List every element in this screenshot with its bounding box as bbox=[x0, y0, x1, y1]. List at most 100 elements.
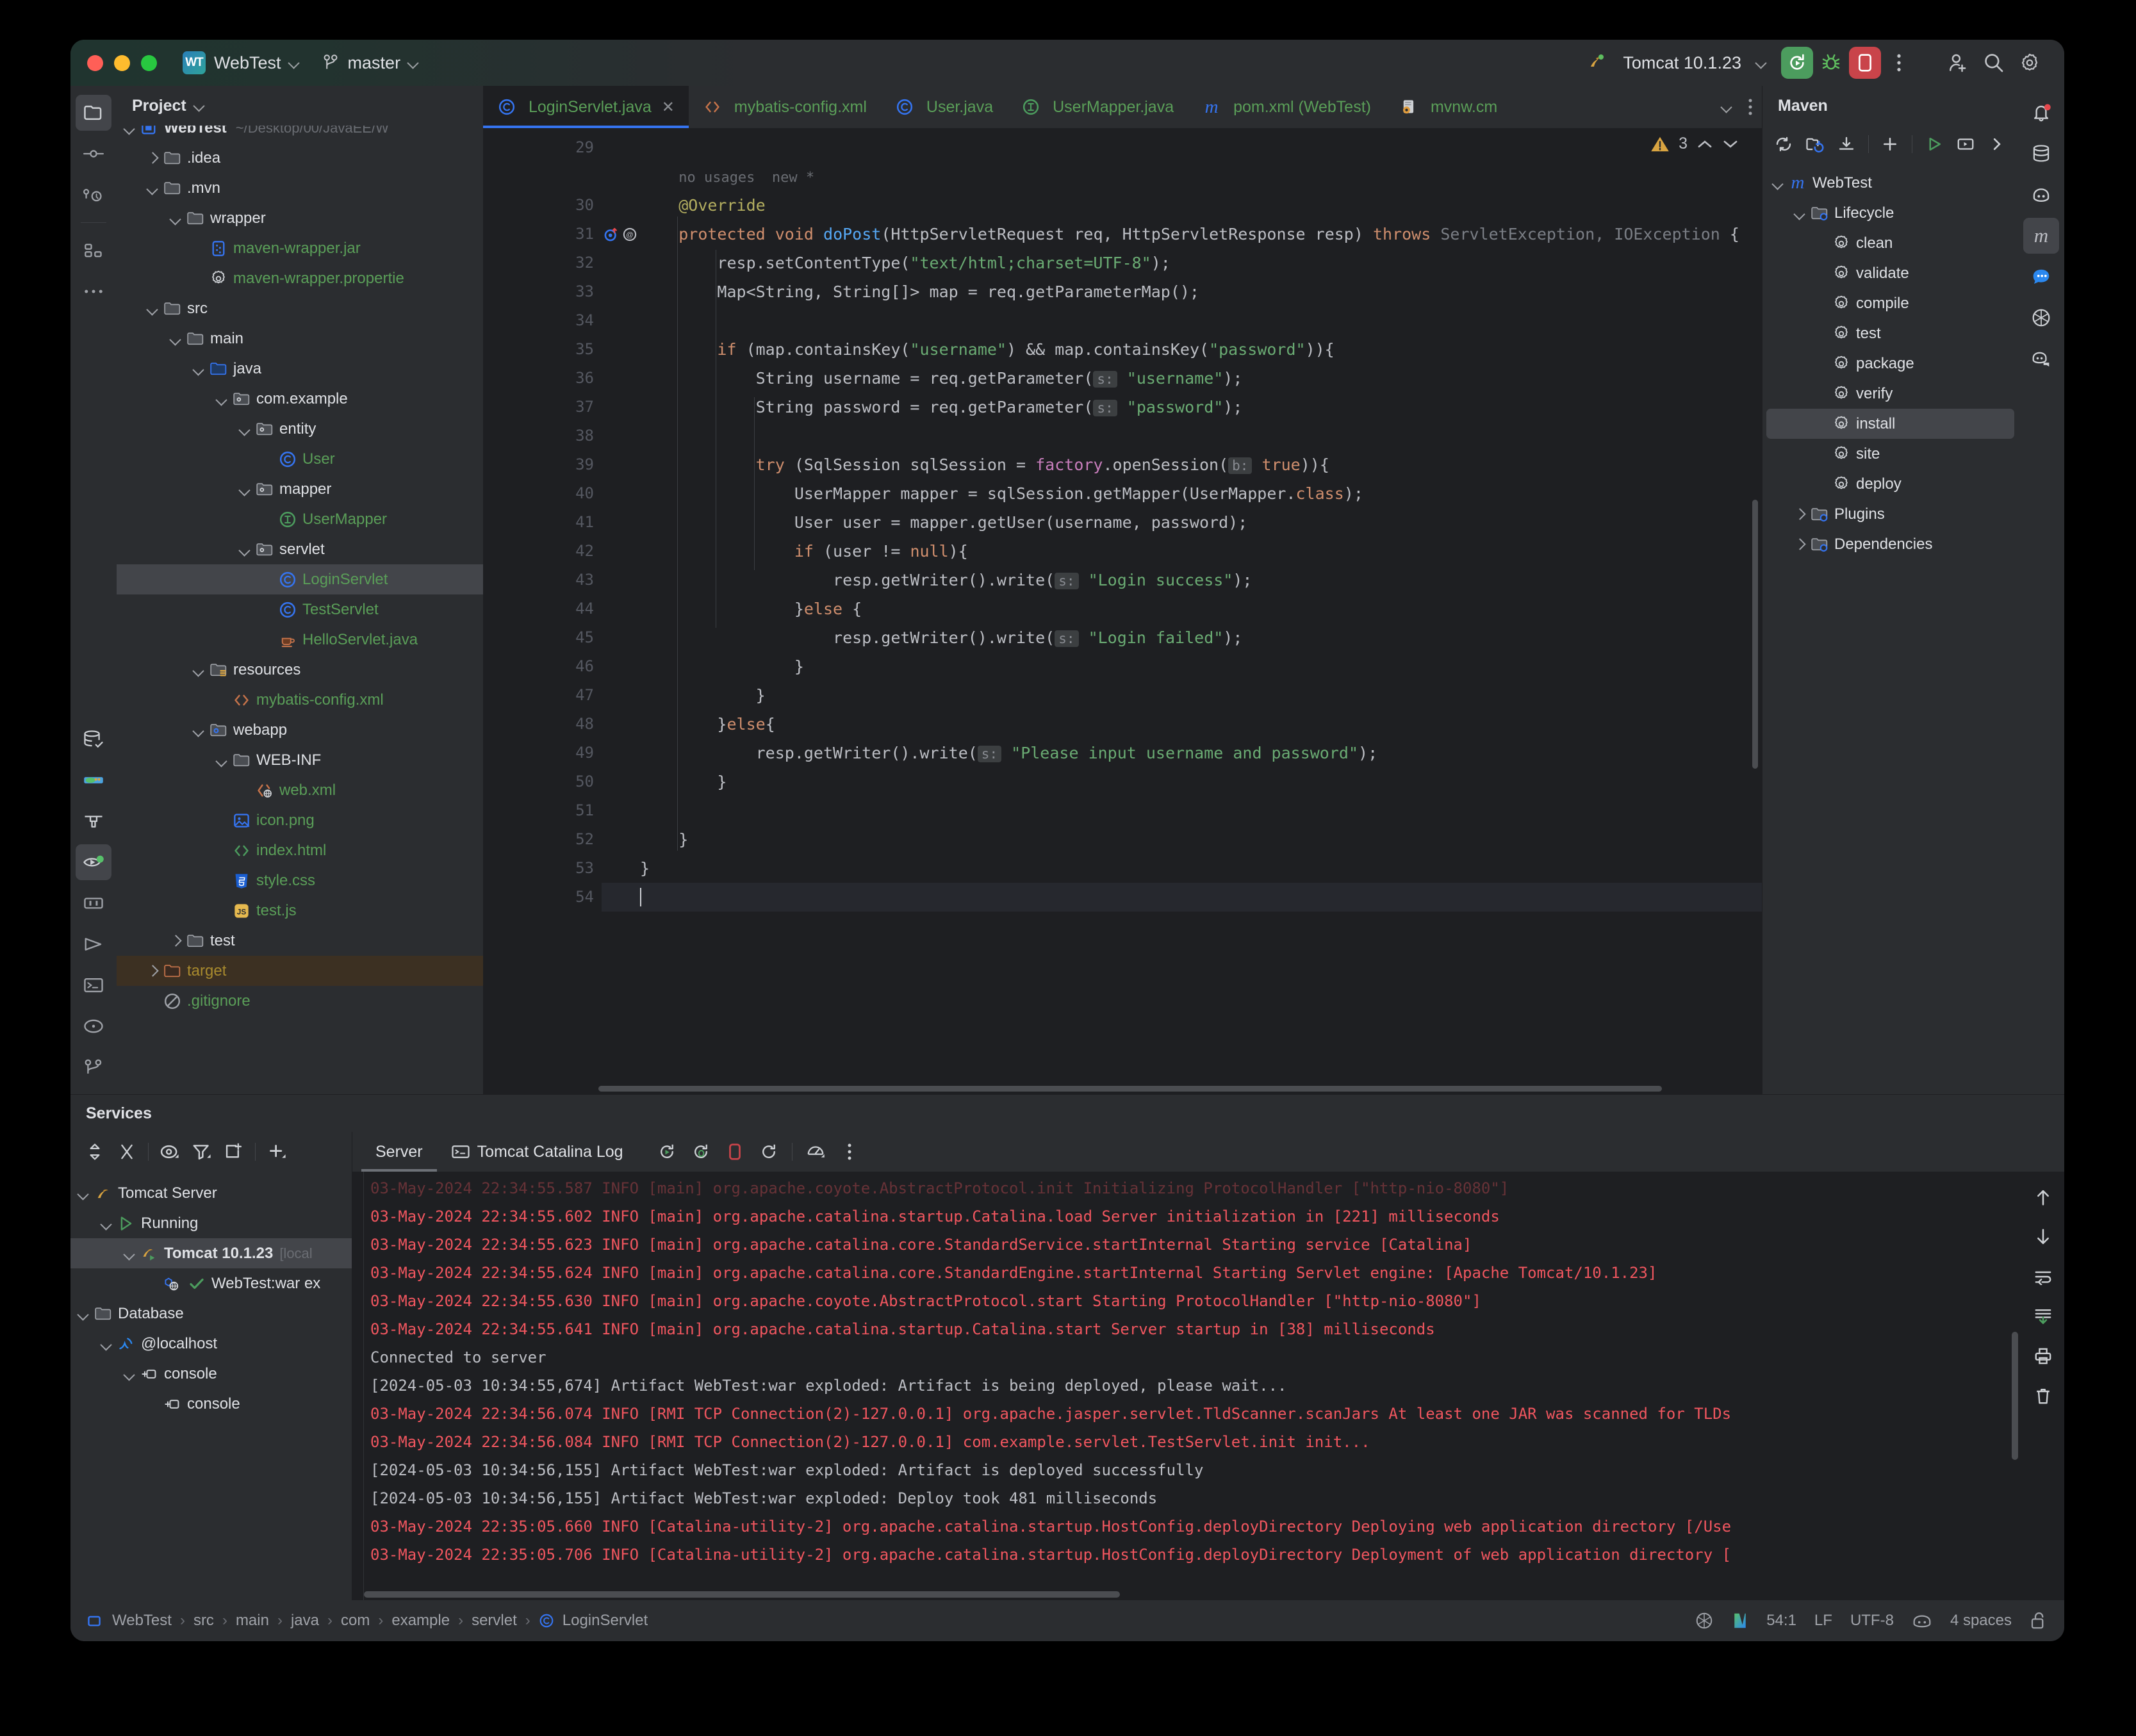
line-separator[interactable]: LF bbox=[1814, 1612, 1832, 1630]
maven-tree-item-dependencies[interactable]: Dependencies bbox=[1766, 529, 2014, 559]
branch-selector[interactable]: master bbox=[322, 53, 420, 73]
chevron-down-icon[interactable] bbox=[1793, 207, 1806, 220]
services-tree-item-console[interactable]: console bbox=[70, 1359, 352, 1389]
breadcrumb-item[interactable]: example bbox=[391, 1612, 450, 1630]
services-tab-bar[interactable]: Server Tomcat Catalina Log bbox=[352, 1132, 2064, 1172]
project-tree-item-web-inf[interactable]: WEB-INF bbox=[117, 745, 483, 775]
editor-code[interactable]: no usages new * @Override protected void… bbox=[602, 128, 1762, 1084]
maven-tree-item-verify[interactable]: verify bbox=[1766, 379, 2014, 409]
project-tree-item-wrapper[interactable]: wrapper bbox=[117, 203, 483, 233]
chevron-down-icon[interactable] bbox=[1721, 101, 1732, 113]
maven-tree-item-webtest[interactable]: m WebTest bbox=[1766, 168, 2014, 198]
chevron-down-icon[interactable] bbox=[77, 1307, 90, 1320]
project-tree-item-resources[interactable]: resources bbox=[117, 655, 483, 685]
services-tree-item-console[interactable]: console bbox=[70, 1389, 352, 1419]
previous-problem-icon[interactable] bbox=[1696, 138, 1713, 151]
breadcrumb-item[interactable]: main bbox=[236, 1612, 269, 1630]
chevron-down-icon[interactable] bbox=[123, 1368, 136, 1380]
copilot-icon[interactable] bbox=[1912, 1612, 1932, 1630]
services-tool-icon[interactable] bbox=[76, 762, 111, 798]
maven-tree-item-validate[interactable]: validate bbox=[1766, 258, 2014, 288]
editor-gutter[interactable]: 29 30 31 @ 32 33 34 35 36 37 38 39 40 41 42 43 44 45 46 47 4… bbox=[483, 128, 637, 1084]
filter-icon[interactable] bbox=[186, 1136, 217, 1167]
chevron-down-icon[interactable] bbox=[123, 126, 136, 135]
project-tree-item-idea[interactable]: .idea bbox=[117, 143, 483, 173]
editor-tab-mvnw-cm[interactable]: mvnw.cm bbox=[1385, 86, 1511, 128]
reload-icon[interactable] bbox=[1769, 129, 1798, 160]
show-icon[interactable] bbox=[154, 1136, 185, 1167]
services-tree-item-localhost[interactable]: @localhost bbox=[70, 1329, 352, 1359]
project-tree-item-java[interactable]: java bbox=[117, 354, 483, 384]
terminal-tool-icon[interactable] bbox=[76, 967, 111, 1003]
chevron-down-icon[interactable] bbox=[169, 332, 182, 345]
project-tree[interactable]: WebTest ~/Desktop/00/JavaEE/W .idea .mvn wra… bbox=[117, 126, 483, 1094]
chevron-down-icon[interactable] bbox=[146, 182, 159, 195]
debug-tool-icon[interactable] bbox=[76, 885, 111, 921]
editor-horizontal-scrollbar[interactable] bbox=[483, 1084, 1762, 1094]
build-tool-icon[interactable] bbox=[76, 803, 111, 839]
minimize-window-button[interactable] bbox=[114, 54, 130, 71]
caret-position[interactable]: 54:1 bbox=[1766, 1612, 1796, 1630]
run-icon[interactable] bbox=[1919, 129, 1948, 160]
breadcrumb[interactable]: WebTest › src › main › java › com › example › servle… bbox=[87, 1612, 648, 1630]
project-tree-item-helloservlet-java[interactable]: HelloServlet.java bbox=[117, 625, 483, 655]
services-tree-item-database[interactable]: Database bbox=[70, 1298, 352, 1329]
add-collaborator-icon[interactable] bbox=[1940, 47, 1976, 79]
chevron-right-icon[interactable] bbox=[1793, 508, 1806, 521]
editor-tab-overflow[interactable] bbox=[1714, 86, 1762, 128]
chevron-down-icon[interactable] bbox=[146, 302, 159, 315]
maven-tree-item-lifecycle[interactable]: Lifecycle bbox=[1766, 198, 2014, 228]
chevron-down-icon[interactable] bbox=[238, 483, 251, 496]
console-tab-tools[interactable] bbox=[652, 1132, 865, 1172]
indent-setting[interactable]: 4 spaces bbox=[1950, 1612, 2012, 1630]
project-tree-item-main[interactable]: main bbox=[117, 323, 483, 354]
project-tree-item-testservlet[interactable]: TestServlet bbox=[117, 594, 483, 625]
editor-tab-bar[interactable]: LoginServlet.java ✕ mybatis-config.xml User… bbox=[483, 86, 1762, 128]
project-tree-item-usermapper[interactable]: UserMapper bbox=[117, 504, 483, 534]
ai-assistant-icon[interactable] bbox=[2023, 341, 2059, 377]
console-side-toolbar[interactable] bbox=[2022, 1172, 2064, 1600]
chevron-down-icon[interactable] bbox=[77, 1187, 90, 1200]
scrollbar-thumb[interactable] bbox=[364, 1591, 1120, 1598]
maven-tree-item-plugins[interactable]: Plugins bbox=[1766, 499, 2014, 529]
stop-icon[interactable] bbox=[719, 1136, 750, 1167]
breadcrumb-item[interactable]: LoginServlet bbox=[563, 1612, 648, 1630]
project-tree-item-webapp[interactable]: webapp bbox=[117, 715, 483, 745]
more-tools-icon[interactable] bbox=[76, 274, 111, 309]
gear-icon[interactable] bbox=[2012, 47, 2048, 79]
maven-tree-item-package[interactable]: package bbox=[1766, 348, 2014, 379]
breadcrumb-item[interactable]: com bbox=[341, 1612, 370, 1630]
debug-button[interactable] bbox=[1813, 47, 1849, 79]
services-toolbar[interactable] bbox=[70, 1132, 352, 1172]
editor-tab-pom-xml-webtest[interactable]: m pom.xml (WebTest) bbox=[1188, 86, 1385, 128]
chevron-down-icon[interactable] bbox=[169, 212, 182, 225]
openai-icon[interactable] bbox=[2023, 300, 2059, 336]
up-icon[interactable] bbox=[2028, 1182, 2058, 1213]
settings-icon[interactable] bbox=[800, 1136, 831, 1167]
scrollbar-thumb[interactable] bbox=[598, 1086, 1662, 1092]
editor-tab-user-java[interactable]: User.java bbox=[881, 86, 1007, 128]
tab-server[interactable]: Server bbox=[361, 1132, 437, 1172]
next-problem-icon[interactable] bbox=[1722, 138, 1739, 151]
run-debug-tool-icon[interactable] bbox=[76, 844, 111, 880]
close-window-button[interactable] bbox=[87, 54, 103, 71]
commit-tool-icon[interactable] bbox=[76, 136, 111, 172]
breadcrumb-item[interactable]: WebTest bbox=[112, 1612, 172, 1630]
new-tab-icon[interactable] bbox=[218, 1136, 249, 1167]
restart-icon[interactable] bbox=[753, 1136, 784, 1167]
breadcrumb-item[interactable]: java bbox=[291, 1612, 319, 1630]
notifications-icon[interactable] bbox=[2023, 95, 2059, 131]
editor-tab-usermapper-java[interactable]: UserMapper.java bbox=[1007, 86, 1188, 128]
chevron-down-icon[interactable] bbox=[215, 754, 228, 767]
project-tree-item-maven-wrapper-jar[interactable]: maven-wrapper.jar bbox=[117, 233, 483, 263]
chevron-right-icon[interactable] bbox=[169, 935, 182, 947]
chevron-down-icon[interactable] bbox=[215, 393, 228, 405]
close-icon[interactable]: ✕ bbox=[662, 98, 675, 117]
chevron-down-icon[interactable] bbox=[238, 423, 251, 436]
chevron-down-icon[interactable] bbox=[192, 664, 205, 676]
clear-all-icon[interactable] bbox=[2028, 1380, 2058, 1411]
maximize-window-button[interactable] bbox=[141, 54, 157, 71]
maven-tree-item-compile[interactable]: compile bbox=[1766, 288, 2014, 318]
editor-vertical-scrollbar[interactable] bbox=[1752, 500, 1758, 769]
services-tree-item-webtest-war-ex[interactable]: WebTest:war ex bbox=[70, 1268, 352, 1298]
